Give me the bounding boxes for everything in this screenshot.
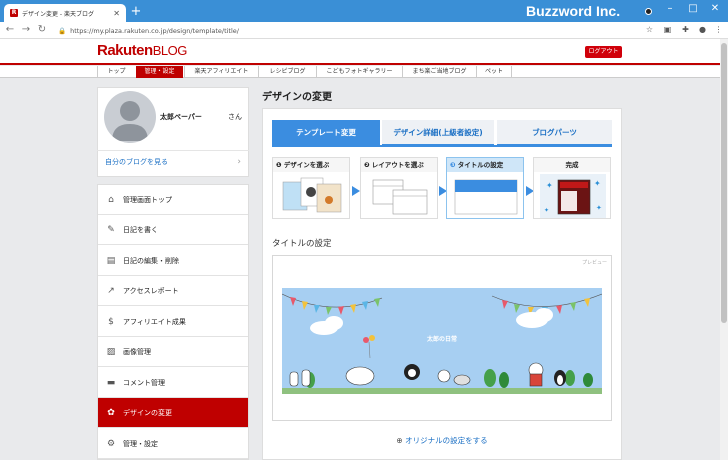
menu-item-settings[interactable]: ⚙ 管理・設定 (98, 429, 248, 459)
side-menu: ⌂ 管理画面トップ ✎ 日記を書く ▤ 日記の編集・削除 ↗ アクセスレポート $ アフィ… (97, 184, 249, 460)
layout-thumbnails-icon (372, 179, 428, 215)
close-tab-icon[interactable]: ✕ (113, 9, 120, 18)
rakuten-favicon-icon: R (10, 9, 18, 17)
money-bag-icon: $ (108, 316, 114, 327)
avatar (104, 91, 156, 143)
document-icon: ▤ (106, 255, 116, 266)
gnav-pet[interactable]: ペット (476, 66, 512, 78)
star-icon[interactable]: ☆ (644, 25, 655, 34)
step-number-2: ❷ (364, 161, 372, 169)
step-complete[interactable]: 完成 ✦ ✦ ✦ ✦ (533, 157, 611, 219)
user-name: 太郎ペーパー (160, 113, 202, 121)
original-setting-link[interactable]: ⊕ オリジナルの設定をする (262, 435, 622, 446)
menu-item-write[interactable]: ✎ 日記を書く (98, 215, 248, 245)
step-choose-design[interactable]: ❶ デザインを選ぶ (272, 157, 350, 219)
brand-watermark: Buzzword Inc. (526, 3, 621, 19)
puzzle-icon[interactable]: ✚ (680, 25, 691, 34)
maximize-icon[interactable]: □ (686, 3, 700, 14)
menu-item-admin-top[interactable]: ⌂ 管理画面トップ (98, 185, 248, 215)
user-silhouette-icon (112, 101, 148, 141)
preview-label: プレビュー (582, 260, 608, 266)
title-setting-thumbnail-icon (454, 179, 518, 215)
complete-thumbnail-icon: ✦ ✦ ✦ ✦ (540, 174, 606, 218)
tab-title: デザイン変更 - 楽天ブログ (22, 10, 94, 18)
plus-circle-icon: ⊕ (396, 436, 406, 445)
menu-item-comments[interactable]: ▬ コメント管理 (98, 368, 248, 398)
gnav-recipe[interactable]: レシピブログ (258, 66, 316, 78)
step-arrow-icon (352, 186, 360, 196)
tab-template-change[interactable]: テンプレート変更 (272, 120, 380, 146)
url-text: https://my.plaza.rakuten.co.jp/design/te… (70, 26, 239, 35)
extension-icon[interactable]: ▣ (662, 25, 673, 34)
back-icon[interactable]: ← (4, 24, 16, 36)
profile-icon[interactable]: ● (697, 25, 708, 34)
scrollbar-thumb[interactable] (721, 43, 727, 323)
new-tab-icon[interactable]: + (128, 4, 144, 20)
url-field[interactable]: 🔒 https://my.plaza.rakuten.co.jp/design/… (58, 24, 658, 37)
step-number-3: ❸ (450, 161, 458, 169)
reload-icon[interactable]: ↻ (36, 24, 48, 36)
browser-tab[interactable]: R デザイン変更 - 楽天ブログ ✕ (4, 4, 126, 22)
forward-icon[interactable]: → (20, 24, 32, 36)
step-title-setting[interactable]: ❸ タイトルの設定 (446, 157, 524, 219)
pencil-icon: ✎ (107, 224, 115, 235)
menu-item-images[interactable]: ▨ 画像管理 (98, 337, 248, 367)
gnav-kids-photo[interactable]: こどもフォトギャラリー (316, 66, 402, 78)
menu-item-affiliate[interactable]: $ アフィリエイト成果 (98, 307, 248, 337)
tab-blog-parts[interactable]: ブログパーツ (497, 120, 612, 146)
svg-text:✦: ✦ (544, 207, 549, 214)
section-title: タイトルの設定 (272, 239, 332, 249)
step-choose-layout[interactable]: ❷ レイアウトを選ぶ (360, 157, 438, 219)
record-indicator-icon (645, 8, 652, 15)
svg-text:✦: ✦ (596, 204, 602, 212)
design-thumbnails-icon (282, 177, 342, 213)
gnav-local-blog[interactable]: まち楽ご当地ブログ (402, 66, 476, 78)
minimize-icon[interactable]: – (663, 3, 677, 14)
chevron-right-icon: › (237, 156, 241, 167)
svg-text:✦: ✦ (594, 179, 601, 188)
comment-icon: ▬ (106, 377, 116, 388)
view-my-blog-link[interactable]: 自分のブログを見る › (97, 150, 249, 172)
menu-item-design[interactable]: ✿ デザインの変更 (98, 398, 248, 428)
palette-icon: ✿ (107, 407, 115, 418)
lock-icon: 🔒 (58, 26, 67, 35)
tab-underline (272, 145, 612, 147)
step-number-1: ❶ (276, 161, 284, 169)
page-title: デザインの変更 (262, 92, 332, 103)
menu-dots-icon[interactable]: ⋮ (713, 25, 724, 34)
gear-icon: ⚙ (106, 438, 116, 449)
gnav-top[interactable]: トップ (97, 66, 135, 78)
menu-item-edit-delete[interactable]: ▤ 日記の編集・削除 (98, 246, 248, 276)
logout-button[interactable]: ログアウト (585, 46, 622, 58)
user-honorific: さん (228, 113, 242, 121)
tab-design-detail[interactable]: デザイン詳細(上級者設定) (382, 120, 494, 146)
page-scrollbar[interactable] (720, 39, 728, 460)
menu-item-access-report[interactable]: ↗ アクセスレポート (98, 276, 248, 306)
home-icon: ⌂ (108, 194, 114, 205)
rakuten-blog-logo[interactable]: RakutenBLOG (97, 42, 187, 59)
banner-blog-title: 太郎の日常 (426, 336, 457, 343)
gnav-admin[interactable]: 管理・設定 (136, 66, 183, 78)
gnav-affiliate[interactable]: 楽天アフィリエイト (184, 66, 258, 78)
image-icon: ▨ (106, 346, 116, 357)
window-close-icon[interactable]: ✕ (708, 3, 722, 14)
chart-line-icon: ↗ (107, 285, 115, 296)
svg-text:✦: ✦ (546, 181, 553, 190)
